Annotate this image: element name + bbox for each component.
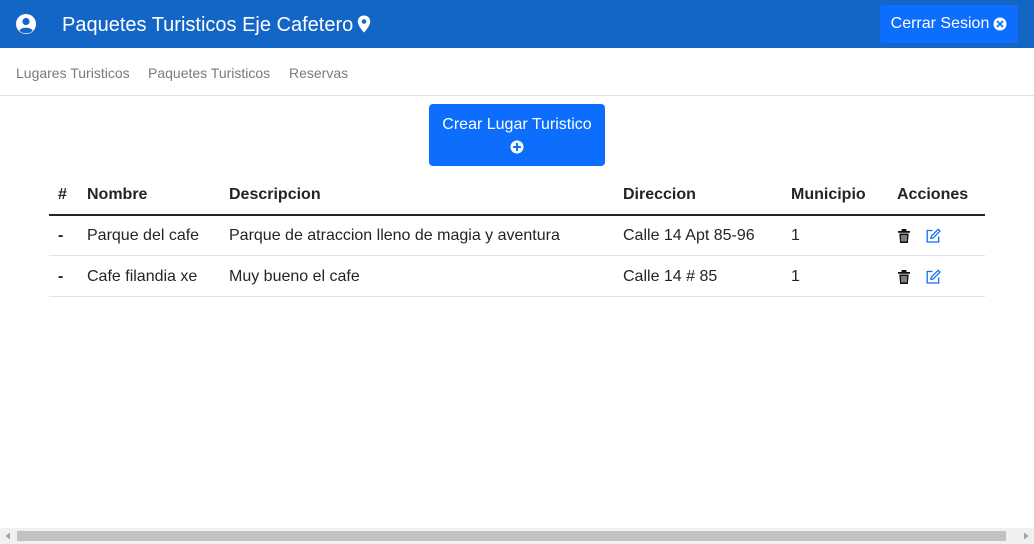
logout-label: Cerrar Sesion <box>890 15 990 32</box>
table-row: - Cafe filandia xe Muy bueno el cafe Cal… <box>49 256 985 297</box>
cell-id: - <box>58 227 64 244</box>
cell-municipio: 1 <box>791 227 800 244</box>
create-lugar-label: Crear Lugar Turistico <box>442 116 592 133</box>
cell-municipio: 1 <box>791 268 800 285</box>
header-descripcion: Descripcion <box>229 186 321 203</box>
scroll-right-icon[interactable] <box>1022 532 1030 540</box>
app-title-text: Paquetes Turisticos Eje Cafetero <box>62 14 354 36</box>
cell-descripcion: Muy bueno el cafe <box>229 268 360 285</box>
cell-descripcion: Parque de atraccion lleno de magia y ave… <box>229 227 560 244</box>
trash-icon[interactable] <box>896 228 912 244</box>
cell-nombre: Parque del cafe <box>87 227 200 244</box>
user-circle-icon[interactable] <box>15 13 37 35</box>
scroll-left-icon[interactable] <box>4 532 12 540</box>
header-nombre: Nombre <box>87 186 148 203</box>
edit-icon[interactable] <box>925 269 941 285</box>
app-title: Paquetes Turisticos Eje Cafetero <box>62 13 371 37</box>
circle-x-icon <box>993 17 1007 31</box>
cell-direccion: Calle 14 Apt 85-96 <box>623 227 755 244</box>
nav-bar: Lugares Turisticos Paquetes Turisticos R… <box>0 48 1034 96</box>
nav-item-paquetes-turisticos[interactable]: Paquetes Turisticos <box>148 65 270 81</box>
map-pin-icon <box>358 15 371 33</box>
horizontal-scrollbar[interactable] <box>0 528 1034 544</box>
cell-nombre: Cafe filandia xe <box>87 268 198 285</box>
nav-item-lugares-turisticos[interactable]: Lugares Turisticos <box>16 65 130 81</box>
plus-circle-icon <box>510 140 524 154</box>
scrollbar-thumb[interactable] <box>17 531 1006 541</box>
nav-item-reservas[interactable]: Reservas <box>289 65 348 81</box>
top-bar: Paquetes Turisticos Eje Cafetero Cerrar … <box>0 0 1034 48</box>
create-lugar-button[interactable]: Crear Lugar Turistico <box>429 104 605 166</box>
header-direccion: Direccion <box>623 186 696 203</box>
table-row: - Parque del cafe Parque de atraccion ll… <box>49 215 985 256</box>
edit-icon[interactable] <box>925 228 941 244</box>
cell-direccion: Calle 14 # 85 <box>623 268 718 285</box>
header-municipio: Municipio <box>791 186 866 203</box>
logout-button[interactable]: Cerrar Sesion <box>880 5 1018 43</box>
header-acciones: Acciones <box>897 186 969 203</box>
trash-icon[interactable] <box>896 269 912 285</box>
cell-id: - <box>58 268 64 285</box>
header-id: # <box>58 186 67 203</box>
